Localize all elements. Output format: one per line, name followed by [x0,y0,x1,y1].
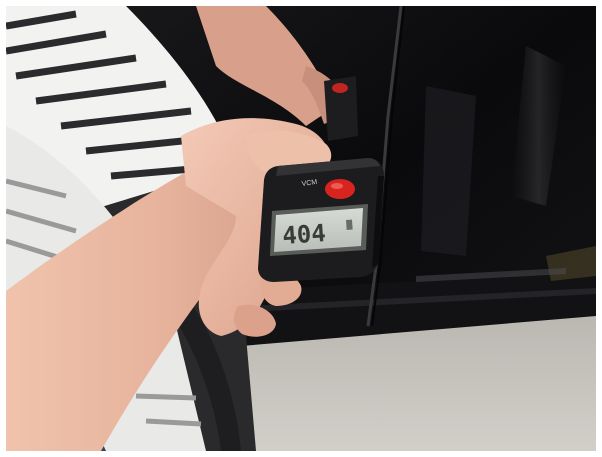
photo: VCM 404 [6,6,596,451]
image-frame: VCM 404 [0,0,602,457]
gauge-power-button [325,179,355,199]
gauge-reading: 404 [281,219,326,250]
photo-scene: VCM 404 [6,6,596,451]
lcd-indicator [346,219,353,230]
